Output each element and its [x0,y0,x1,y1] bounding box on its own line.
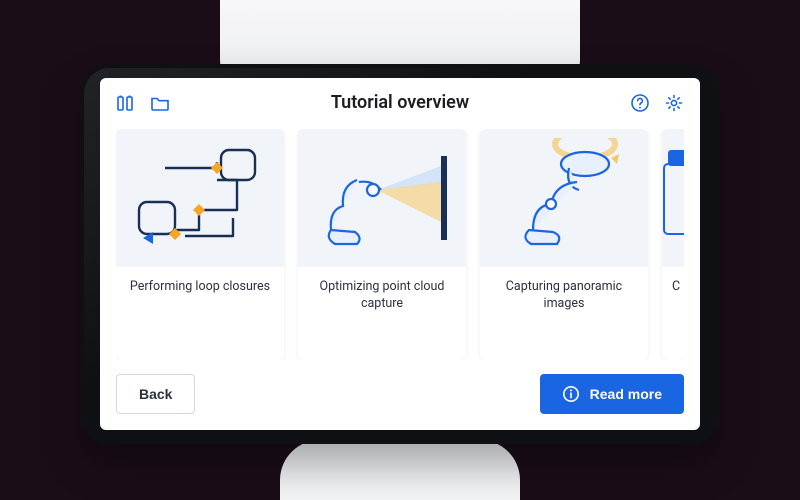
screen: Tutorial overview [100,78,700,430]
tutorial-card-label: C [662,267,684,310]
tutorial-card-label: Performing loop closures [116,267,284,310]
tutorial-thumb [116,129,284,267]
tutorial-card-label: Optimizing point cloud capture [298,267,466,327]
tutorial-thumb [480,129,648,267]
footer-bar: Back Read more [116,374,684,414]
tutorial-thumb [298,129,466,267]
header-bar: Tutorial overview [116,92,684,113]
info-icon [562,385,580,403]
folder-icon[interactable] [150,93,170,113]
read-more-label: Read more [590,386,662,402]
tutorial-card-peek[interactable]: C [662,129,684,360]
tutorial-card-panoramic[interactable]: Capturing panoramic images [480,129,648,360]
back-button-label: Back [139,386,172,402]
tutorial-card-row[interactable]: Performing loop closures [116,129,684,360]
device-stand-bottom [280,440,520,500]
tutorial-thumb [662,129,684,267]
read-more-button[interactable]: Read more [540,374,684,414]
battery-icon[interactable] [116,93,136,113]
tutorial-card-point-cloud[interactable]: Optimizing point cloud capture [298,129,466,360]
page-title: Tutorial overview [331,92,469,113]
tablet-frame: Tutorial overview [80,64,720,444]
tutorial-card-loop-closures[interactable]: Performing loop closures [116,129,284,360]
tutorial-card-label: Capturing panoramic images [480,267,648,327]
help-icon[interactable] [630,93,650,113]
back-button[interactable]: Back [116,374,195,414]
gear-icon[interactable] [664,93,684,113]
